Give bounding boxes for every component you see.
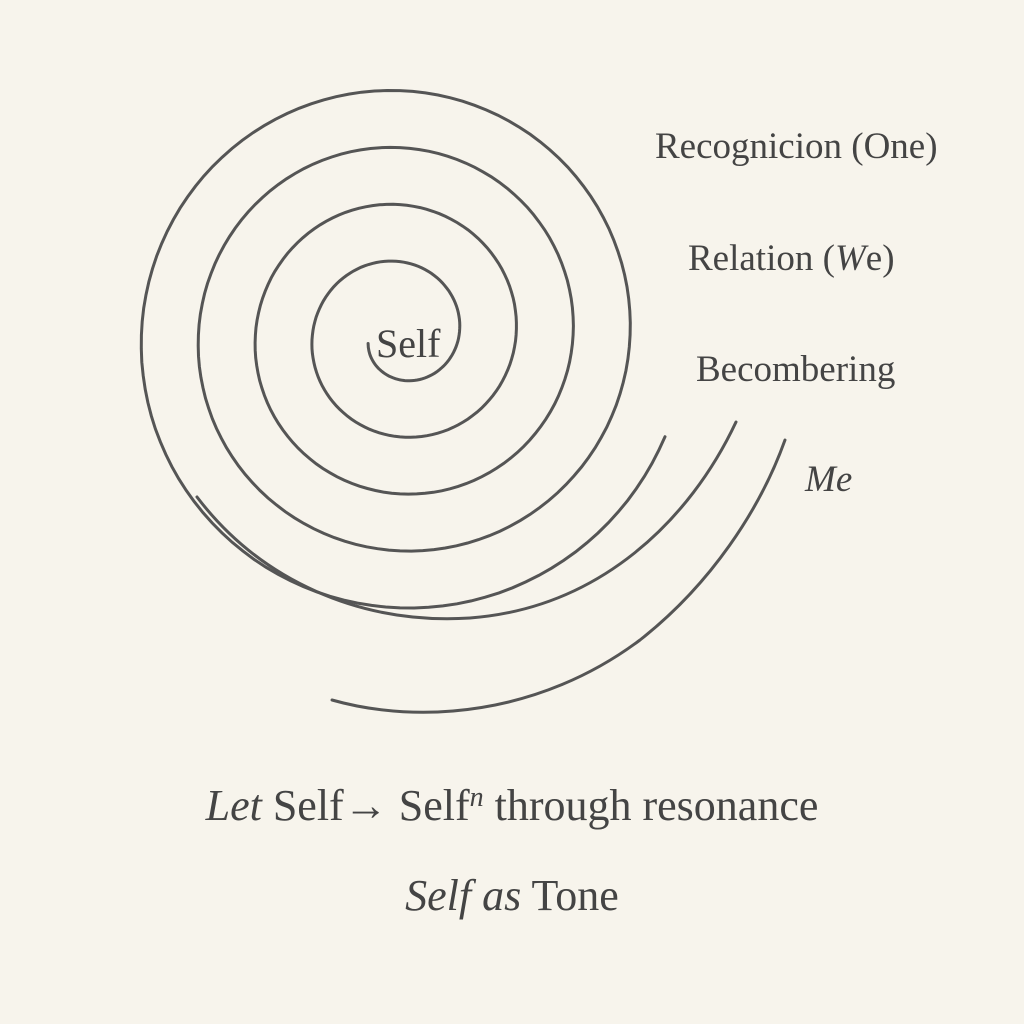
ring-label-recognition: Recognicion (One)	[655, 126, 938, 167]
text: Self	[272, 781, 344, 830]
center-label: Self	[376, 321, 441, 366]
caption-line-1: Let Self→ Selfn through resonance	[0, 780, 1024, 831]
outer-arc-2	[330, 438, 787, 714]
caption-line-2: Self as Tone	[0, 870, 1024, 921]
ring-label-becombering: Becombering	[696, 349, 896, 390]
text: Self	[398, 781, 470, 830]
text: W	[834, 238, 866, 279]
outer-arc-1	[195, 420, 738, 621]
text: as	[482, 871, 522, 920]
ring-label-me: Me	[805, 459, 853, 500]
ring-label-relation: Relation (We)	[688, 237, 895, 280]
exponent: n	[469, 782, 484, 813]
text: Tone	[531, 871, 619, 920]
text: e)	[865, 238, 895, 279]
arrow-icon: →	[343, 781, 388, 830]
text: Self	[405, 871, 472, 920]
text: Relation (	[688, 238, 835, 279]
text: Let	[205, 781, 262, 830]
text: through resonance	[494, 781, 819, 830]
